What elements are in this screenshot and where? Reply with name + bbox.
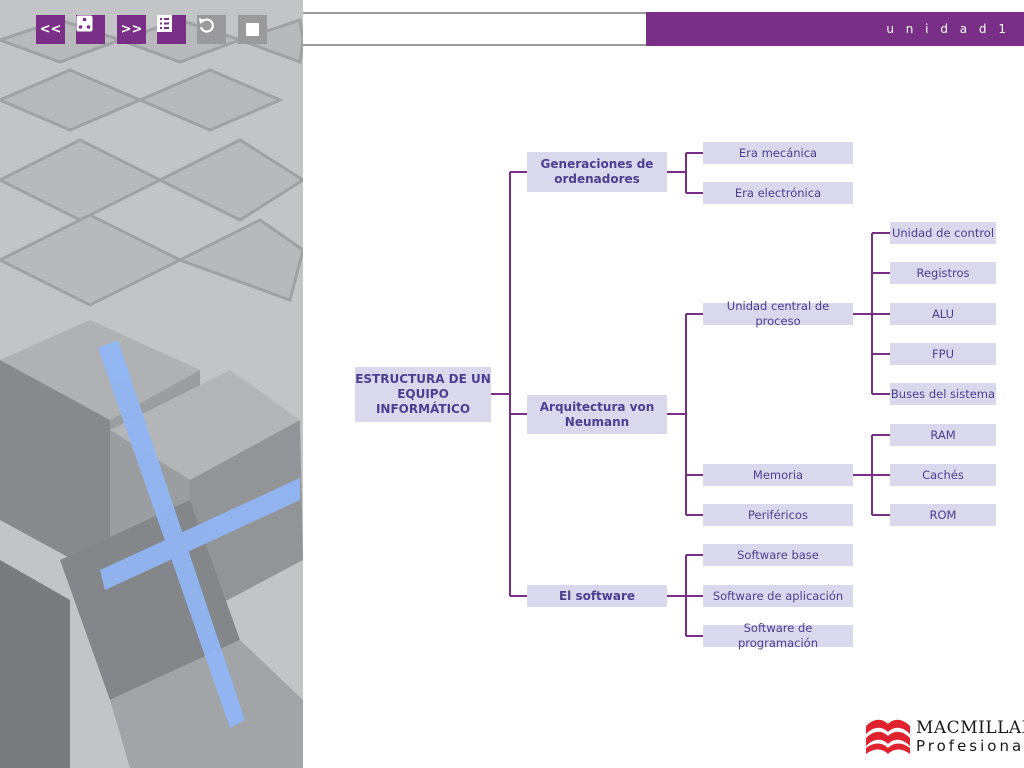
node-software-programacion: Software de programación [703,621,853,650]
node-era-mecanica: Era mecánica [703,142,853,164]
node-memoria: Memoria [703,464,853,486]
node-registros: Registros [890,262,996,284]
node-caches: Cachés [890,464,996,486]
node-era-electronica: Era electrónica [703,182,853,204]
node-arquitectura: Arquitectura von Neumann [527,395,667,434]
node-alu: ALU [890,303,996,325]
node-unidad-control: Unidad de control [890,222,996,244]
logo-sub: Profesional [916,737,1024,755]
node-software: El software [527,585,667,607]
diagram-connectors [491,152,890,637]
node-rom: ROM [890,504,996,526]
node-ram: RAM [890,424,996,446]
node-perifericos: Periféricos [703,504,853,526]
node-fpu: FPU [890,343,996,365]
node-software-base: Software base [703,544,853,566]
node-ucp: Unidad central de proceso [703,299,853,328]
macmillan-logo: MACMILLAN Profesional [864,714,1024,758]
macmillan-logo-icon [866,719,910,754]
node-root: ESTRUCTURA DE UN EQUIPO INFORMÁTICO [355,367,491,422]
node-software-aplicacion: Software de aplicación [703,585,853,607]
logo-name: MACMILLAN [916,718,1024,738]
node-buses: Buses del sistema [890,383,996,405]
node-generaciones: Generaciones de ordenadores [527,152,667,192]
